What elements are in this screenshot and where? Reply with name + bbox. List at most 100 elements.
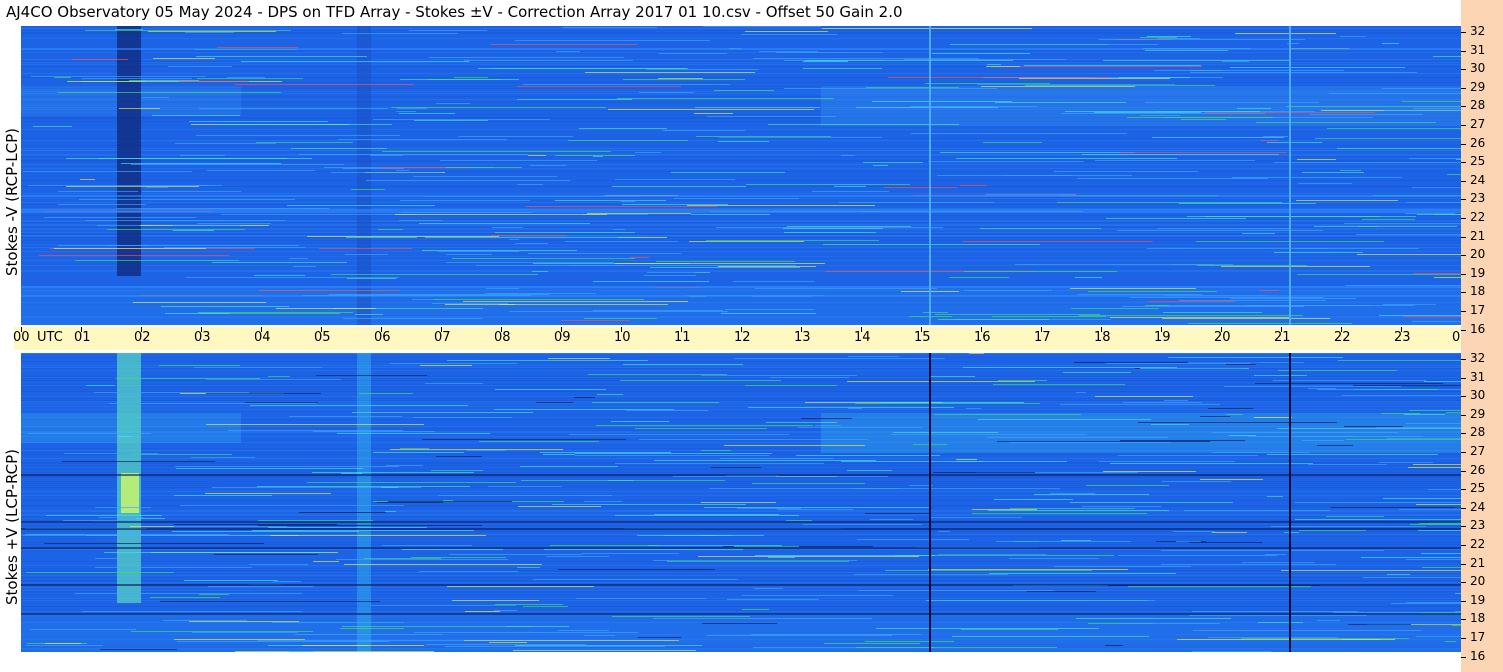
- spectrogram-texture: [115, 29, 143, 30]
- frequency-tick: [1461, 329, 1466, 331]
- spectrogram-texture: [701, 450, 731, 451]
- spectrogram-texture: [165, 313, 230, 314]
- spectrogram-texture: [21, 376, 1461, 377]
- frequency-tick-label: 18: [1470, 611, 1486, 626]
- spectrogram-texture: [205, 493, 331, 494]
- spectrogram-texture: [464, 640, 679, 641]
- spectrogram-texture: [517, 86, 681, 87]
- spectrogram-texture: [395, 214, 607, 215]
- spectrogram-texture: [1173, 531, 1215, 532]
- spectrogram-texture: [21, 204, 1461, 205]
- spectrogram-texture: [413, 417, 512, 418]
- spectrogram-texture: [1147, 248, 1329, 249]
- time-tick-label: 03: [194, 330, 211, 345]
- spectrogram-texture: [21, 222, 1461, 223]
- spectrogram-texture: [568, 140, 688, 141]
- spectrogram-texture: [21, 610, 1461, 611]
- spectrogram-texture: [1338, 360, 1461, 361]
- spectrogram-texture: [824, 643, 920, 644]
- spectrogram-texture: [228, 430, 403, 431]
- spectrogram-texture: [1255, 383, 1443, 384]
- spectrogram-texture: [21, 454, 1461, 455]
- spectrogram-texture: [608, 109, 814, 110]
- spectrogram-texture: [413, 176, 557, 177]
- spectrogram-texture: [45, 643, 81, 644]
- spectrogram-texture: [755, 288, 937, 289]
- spectrogram-texture: [1445, 641, 1456, 642]
- spectrogram-texture: [1417, 214, 1461, 215]
- spectrogram-texture: [400, 448, 429, 449]
- spectrogram-texture: [839, 202, 994, 203]
- spectrogram-texture: [273, 581, 301, 582]
- spectrogram-texture: [197, 78, 303, 79]
- spectrogram-texture: [638, 637, 681, 638]
- spectrogram-texture: [58, 92, 281, 93]
- spectrogram-texture: [426, 644, 586, 645]
- spectrogram-texture: [396, 170, 409, 171]
- spectrogram-texture: [1404, 414, 1445, 415]
- spectrogram-texture: [961, 629, 1058, 630]
- spectrogram-texture: [21, 32, 1461, 33]
- spectrogram-texture: [21, 59, 1461, 60]
- spectrogram-texture: [1340, 170, 1361, 171]
- spectrogram-texture: [54, 248, 206, 249]
- spectrogram-texture: [431, 470, 483, 471]
- spectrogram-texture: [654, 514, 779, 515]
- spectrogram-texture: [307, 482, 516, 483]
- spectrogram-texture: [1145, 305, 1169, 306]
- frequency-axis: 32 31 30 29 28 27 26 25 24 23 22 21 20 19 18 17 16 32 31 30…: [1461, 0, 1503, 672]
- spectrogram-texture: [1145, 102, 1319, 103]
- spectrogram-texture: [1162, 481, 1231, 482]
- spectrogram-texture: [707, 116, 836, 117]
- spectrogram-texture: [494, 68, 688, 69]
- frequency-tick-label: 20: [1470, 247, 1486, 262]
- spectrogram-texture: [100, 649, 177, 650]
- spectrogram-texture: [164, 247, 305, 248]
- spectrogram-texture: [1242, 562, 1315, 563]
- spectrogram-texture: [21, 606, 1461, 607]
- spectrogram-texture: [933, 472, 1035, 473]
- spectrogram-texture: [1331, 507, 1461, 508]
- spectrogram-texture: [934, 414, 1081, 415]
- spectrogram-texture: [978, 419, 1151, 420]
- spectrogram-texture: [168, 66, 232, 67]
- spectrogram-texture: [841, 155, 854, 156]
- spectrogram-texture: [1267, 454, 1438, 455]
- spectrogram-texture: [646, 69, 759, 70]
- spectrogram-texture: [703, 26, 821, 27]
- spectrogram-texture: [21, 590, 1461, 591]
- spectrogram-texture: [812, 191, 889, 192]
- spectrogram-texture: [786, 520, 812, 521]
- frequency-tick-label: 22: [1470, 537, 1486, 551]
- spectrogram-texture: [857, 539, 969, 540]
- spectrogram-texture: [199, 594, 229, 595]
- spectrogram-texture: [1287, 43, 1299, 44]
- spectrogram-texture: [1062, 113, 1265, 114]
- spectrogram-texture: [21, 575, 1461, 576]
- spectrogram-texture: [342, 33, 458, 34]
- spectrogram-texture: [798, 427, 922, 428]
- spectrogram-texture: [1342, 395, 1461, 396]
- spectrogram-texture: [805, 60, 1013, 61]
- spectrogram-texture: [21, 132, 1461, 133]
- spectrogram-texture: [54, 77, 71, 78]
- spectrogram-texture: [21, 234, 1461, 235]
- spectrogram-texture: [737, 508, 801, 509]
- spectrogram-texture: [587, 213, 691, 214]
- interference-line: [21, 48, 1461, 50]
- frequency-tick: [1461, 143, 1466, 145]
- spectrogram-texture: [21, 578, 1461, 579]
- spectrogram-texture: [21, 591, 1461, 592]
- spectrogram-texture: [146, 187, 168, 188]
- spectrogram-texture: [75, 260, 239, 261]
- spectrogram-texture: [257, 486, 470, 487]
- spectrogram-texture: [1070, 502, 1233, 503]
- interference-line: [21, 547, 1461, 549]
- spectrogram-texture: [753, 58, 979, 59]
- spectrogram-texture: [21, 469, 1461, 470]
- spectrogram-texture: [548, 358, 610, 359]
- time-tick-label: 22: [1334, 330, 1351, 345]
- spectrogram-texture: [249, 564, 308, 565]
- spectrogram-texture: [72, 59, 128, 60]
- spectrogram-texture: [199, 108, 388, 109]
